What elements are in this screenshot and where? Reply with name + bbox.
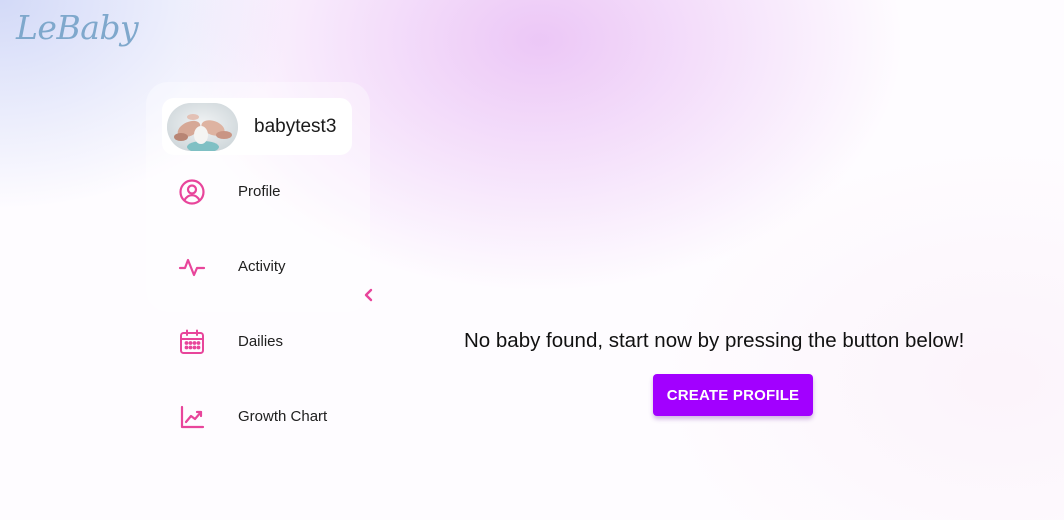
sidebar-collapse-button[interactable] xyxy=(358,284,378,306)
username: babytest3 xyxy=(254,116,337,137)
sidebar-item-profile[interactable]: Profile xyxy=(170,168,360,218)
sidebar-item-label: Dailies xyxy=(238,333,284,350)
user-circle-icon xyxy=(178,178,206,206)
empty-state-message: No baby found, start now by pressing the… xyxy=(464,329,965,352)
avatar xyxy=(167,103,238,151)
calendar-icon xyxy=(178,328,206,356)
create-profile-button[interactable]: CREATE PROFILE xyxy=(653,374,813,416)
sidebar-item-growth-chart[interactable]: Growth Chart xyxy=(170,393,360,443)
sidebar-item-activity[interactable]: Activity xyxy=(170,243,360,293)
sidebar-item-label: Profile xyxy=(238,183,281,200)
sidebar-item-label: Growth Chart xyxy=(238,408,328,425)
sidebar-item-label: Activity xyxy=(238,258,286,275)
app-logo: LeBaby xyxy=(16,8,139,47)
chevron-left-icon xyxy=(358,288,378,310)
line-chart-icon xyxy=(178,403,206,431)
activity-pulse-icon xyxy=(178,253,206,281)
sidebar-item-dailies[interactable]: Dailies xyxy=(170,318,360,368)
user-card[interactable]: babytest3 xyxy=(162,98,352,155)
